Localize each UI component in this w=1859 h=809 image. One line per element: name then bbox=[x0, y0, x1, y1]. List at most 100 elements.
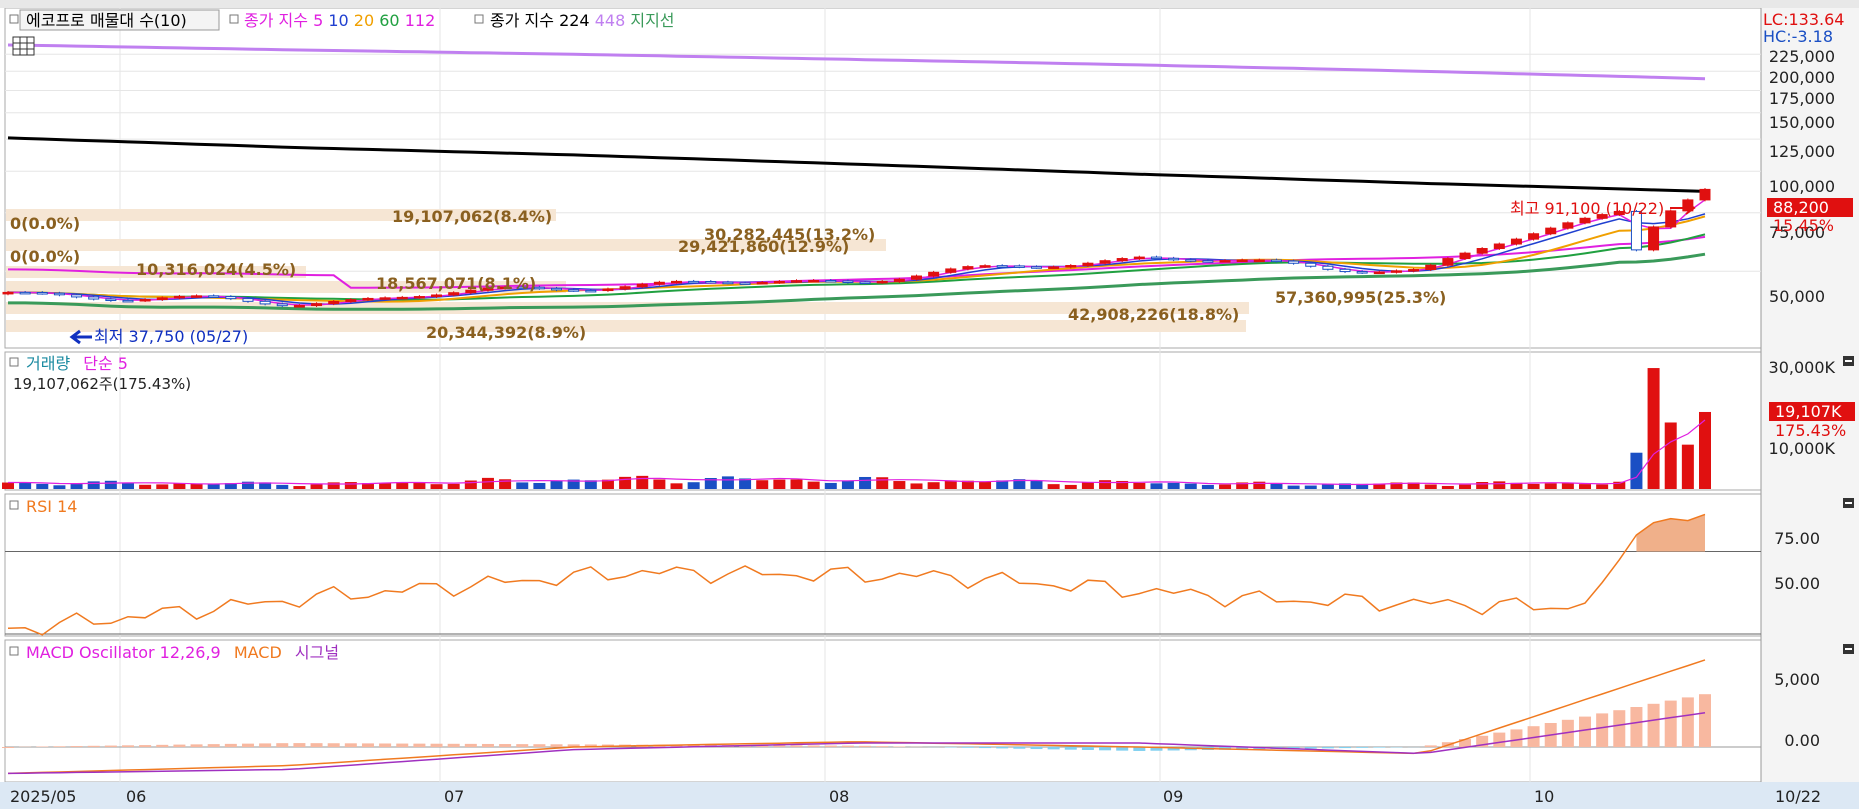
candle-body bbox=[910, 275, 922, 280]
macd-oscillator-bar bbox=[430, 743, 443, 747]
candle-body bbox=[568, 289, 580, 292]
macd-oscillator-bar bbox=[1099, 747, 1112, 751]
candle-body bbox=[722, 281, 734, 285]
candle-body bbox=[259, 300, 271, 305]
candle-body bbox=[1185, 259, 1197, 262]
volume-bar bbox=[944, 480, 957, 489]
volume-bar bbox=[1459, 484, 1472, 489]
candle-body bbox=[1305, 262, 1317, 267]
high-annotation: 최고 91,100 (10/22) bbox=[1510, 199, 1664, 218]
macd-oscillator-bar bbox=[1356, 747, 1369, 748]
volume-bar bbox=[1304, 485, 1317, 489]
candle-body bbox=[1288, 260, 1300, 264]
candle-body bbox=[1013, 265, 1025, 268]
volume-bar bbox=[207, 484, 220, 489]
candle-body bbox=[1442, 258, 1454, 266]
price-tick: 200,000 bbox=[1769, 68, 1835, 87]
candle-body bbox=[551, 287, 563, 291]
volume-bar bbox=[636, 475, 649, 489]
rsi-pane[interactable] bbox=[4, 493, 1762, 637]
candle-body bbox=[362, 297, 374, 301]
macd-oscillator-bar bbox=[996, 747, 1009, 749]
macd-oscillator-bar bbox=[961, 747, 974, 748]
candle-body bbox=[791, 280, 803, 283]
volume-bar bbox=[859, 476, 872, 489]
volume-bar bbox=[807, 481, 820, 489]
candle-body bbox=[225, 296, 237, 300]
volume-bar bbox=[413, 482, 426, 489]
candle-body bbox=[619, 286, 631, 290]
candle-body bbox=[1459, 252, 1471, 260]
volume-bar bbox=[1064, 484, 1077, 489]
volume-bar bbox=[1030, 480, 1043, 489]
macd-oscillator-bar bbox=[876, 746, 889, 747]
table-icon[interactable] bbox=[12, 36, 35, 56]
macd-oscillator-bar bbox=[1064, 747, 1077, 750]
x-tick: 06 bbox=[126, 787, 146, 806]
volume-bar bbox=[139, 484, 152, 489]
candle-body bbox=[156, 297, 168, 301]
volume-bar bbox=[464, 480, 477, 489]
volume-pane[interactable] bbox=[4, 351, 1762, 491]
candle-body bbox=[1133, 256, 1145, 260]
close-ma-legend[interactable]: 종가 지수 5 10 20 60 112 bbox=[244, 11, 435, 30]
candle-body bbox=[688, 280, 700, 284]
candle-body bbox=[88, 296, 100, 300]
x-tick: 09 bbox=[1163, 787, 1183, 806]
price-tick: 175,000 bbox=[1769, 89, 1835, 108]
candle-body bbox=[276, 303, 288, 307]
volume-tick: 10,000K bbox=[1769, 439, 1836, 458]
volume-bar bbox=[1424, 484, 1437, 489]
candle-body bbox=[53, 292, 65, 296]
volume-bar bbox=[276, 484, 289, 489]
rsi-legend[interactable]: RSI 14 bbox=[26, 497, 77, 516]
candle-body bbox=[19, 291, 31, 295]
macd-oscillator-bar bbox=[464, 743, 477, 747]
macd-oscillator-bar bbox=[1647, 703, 1660, 747]
volume-bar bbox=[1579, 484, 1592, 489]
candle-body bbox=[876, 280, 888, 284]
volume-bar bbox=[824, 482, 837, 489]
candle-body bbox=[1219, 260, 1231, 263]
volume-bar bbox=[2, 482, 14, 489]
candle-body bbox=[1562, 222, 1574, 229]
volume-bar bbox=[1476, 482, 1489, 489]
candle-body bbox=[122, 299, 134, 303]
candle-body bbox=[1339, 268, 1351, 273]
candle-body bbox=[431, 294, 443, 298]
candle-body bbox=[1202, 260, 1214, 263]
candle-body bbox=[1579, 217, 1591, 224]
macd-oscillator-bar bbox=[1030, 747, 1043, 750]
minimize-icon[interactable] bbox=[1843, 644, 1854, 654]
candle-body bbox=[345, 299, 357, 302]
volume-bar bbox=[53, 485, 66, 489]
profile-legend-label[interactable]: 에코프로 매물대 수(10) bbox=[26, 11, 187, 30]
profile-label-9: 57,360,995(25.3%) bbox=[1275, 288, 1446, 307]
minimize-icon[interactable] bbox=[1843, 498, 1854, 508]
candle-body bbox=[1648, 226, 1660, 251]
volume-bar bbox=[1270, 483, 1283, 489]
candle-body bbox=[1665, 210, 1677, 228]
candle-body bbox=[1545, 227, 1557, 235]
candle-body bbox=[962, 266, 974, 270]
candle-body bbox=[636, 283, 648, 288]
volume-bar bbox=[87, 481, 100, 489]
volume-bar bbox=[1647, 368, 1660, 489]
close-ma2-legend[interactable]: 종가 지수 224 448 지지선 bbox=[490, 11, 675, 30]
macd-tick: 5,000 bbox=[1774, 670, 1820, 689]
profile-label-2: 19,107,062(8.4%) bbox=[392, 207, 552, 226]
macd-tick: 0.00 bbox=[1784, 731, 1820, 750]
candle-body bbox=[671, 280, 683, 284]
candle-body bbox=[859, 281, 871, 285]
rsi-tick: 50.00 bbox=[1774, 574, 1820, 593]
current-volume-pct: 175.43% bbox=[1775, 421, 1846, 440]
legend-marker-icon bbox=[9, 500, 19, 510]
macd-oscillator-bar bbox=[310, 743, 323, 747]
minimize-icon[interactable] bbox=[1843, 356, 1854, 366]
volume-bar bbox=[1321, 484, 1334, 489]
volume-info: 19,107,062주(175.43%) bbox=[13, 375, 191, 393]
candle-body bbox=[1168, 257, 1180, 261]
macd-oscillator-bar bbox=[413, 743, 426, 747]
profile-label-4: 29,421,860(12.9%) bbox=[678, 237, 849, 256]
macd-oscillator-bar bbox=[499, 744, 512, 747]
